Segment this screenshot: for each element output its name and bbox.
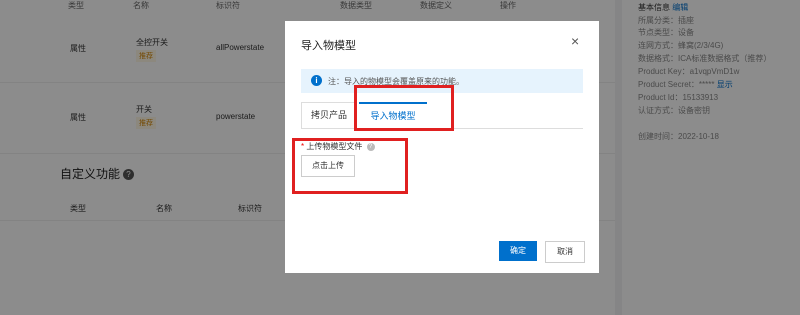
confirm-button[interactable]: 确定	[499, 241, 537, 261]
dialog-title: 导入物模型	[301, 40, 356, 52]
highlight-box-upload	[292, 138, 408, 194]
cancel-button[interactable]: 取消	[545, 241, 585, 263]
close-icon[interactable]: ×	[571, 33, 579, 49]
tab-copy-product[interactable]: 拷贝产品	[301, 102, 357, 128]
highlight-box-tab	[354, 85, 454, 131]
info-icon: i	[311, 75, 322, 86]
page: 类型 名称 标识符 数据类型 数据定义 操作 属性 全控开关 推荐 allPow…	[0, 0, 800, 315]
